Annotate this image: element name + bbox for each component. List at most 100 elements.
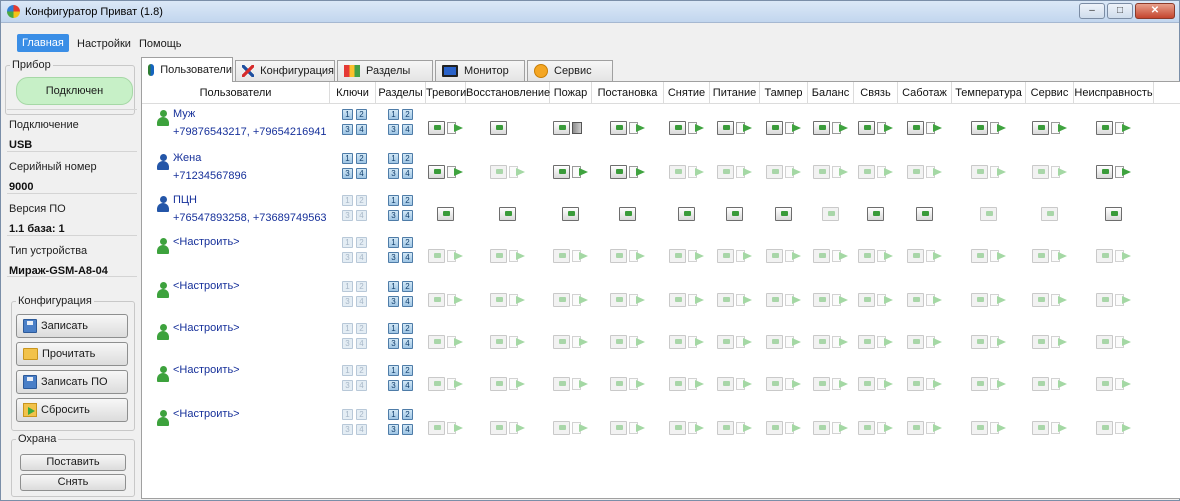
column-header[interactable]: Сервис bbox=[1026, 82, 1074, 104]
menu-settings[interactable]: Настройки bbox=[73, 36, 135, 52]
notification-toggle[interactable] bbox=[428, 164, 468, 180]
column-header[interactable]: Неисправность bbox=[1074, 82, 1154, 104]
notification-toggle[interactable] bbox=[610, 248, 650, 264]
number-toggle[interactable]: 2 bbox=[356, 409, 367, 420]
notification-toggle[interactable] bbox=[858, 292, 898, 308]
notification-toggle[interactable] bbox=[717, 376, 757, 392]
number-toggle[interactable]: 4 bbox=[356, 380, 367, 391]
notification-toggle[interactable] bbox=[813, 248, 853, 264]
notification-toggle[interactable] bbox=[1041, 206, 1081, 222]
arm-button[interactable]: Поставить bbox=[20, 454, 126, 471]
user-name-link[interactable]: Муж bbox=[173, 108, 195, 120]
notification-toggle[interactable] bbox=[971, 292, 1011, 308]
notification-toggle[interactable] bbox=[717, 334, 757, 350]
column-header[interactable]: Тревоги bbox=[426, 82, 466, 104]
number-toggle[interactable]: 1 bbox=[388, 109, 399, 120]
column-header[interactable]: Баланс bbox=[808, 82, 854, 104]
column-header[interactable]: Температура bbox=[952, 82, 1026, 104]
notification-toggle[interactable] bbox=[1096, 164, 1136, 180]
notification-toggle[interactable] bbox=[562, 206, 602, 222]
notification-toggle[interactable] bbox=[610, 334, 650, 350]
number-toggle[interactable]: 4 bbox=[356, 252, 367, 263]
notification-toggle[interactable] bbox=[867, 206, 907, 222]
user-name-link[interactable]: Жена bbox=[173, 152, 201, 164]
notification-toggle[interactable] bbox=[490, 292, 530, 308]
number-toggle[interactable]: 1 bbox=[388, 323, 399, 334]
number-toggle[interactable]: 1 bbox=[342, 237, 353, 248]
number-toggle[interactable]: 4 bbox=[402, 380, 413, 391]
notification-toggle[interactable] bbox=[858, 334, 898, 350]
notification-toggle[interactable] bbox=[907, 376, 947, 392]
notification-toggle[interactable] bbox=[971, 120, 1011, 136]
number-toggle[interactable]: 3 bbox=[388, 424, 399, 435]
column-header[interactable]: Снятие bbox=[664, 82, 710, 104]
notification-toggle[interactable] bbox=[669, 334, 709, 350]
number-toggle[interactable]: 1 bbox=[388, 195, 399, 206]
notification-toggle[interactable] bbox=[726, 206, 766, 222]
number-toggle[interactable]: 1 bbox=[342, 281, 353, 292]
notification-toggle[interactable] bbox=[437, 206, 477, 222]
tab-service[interactable]: Сервис bbox=[527, 60, 613, 81]
notification-toggle[interactable] bbox=[1096, 420, 1136, 436]
notification-toggle[interactable] bbox=[1032, 420, 1072, 436]
number-toggle[interactable]: 1 bbox=[342, 153, 353, 164]
notification-toggle[interactable] bbox=[610, 376, 650, 392]
minimize-button[interactable]: – bbox=[1079, 3, 1105, 19]
table-row[interactable]: <Настроить> 1 2 3 4 1 2 3 4 bbox=[142, 362, 1180, 404]
notification-toggle[interactable] bbox=[858, 120, 898, 136]
user-name-link[interactable]: <Настроить> bbox=[173, 408, 240, 420]
notification-toggle[interactable] bbox=[971, 164, 1011, 180]
number-toggle[interactable]: 2 bbox=[356, 365, 367, 376]
column-header[interactable]: Восстановление bbox=[466, 82, 550, 104]
notification-toggle[interactable] bbox=[669, 164, 709, 180]
number-toggle[interactable]: 3 bbox=[342, 252, 353, 263]
notification-toggle[interactable] bbox=[971, 376, 1011, 392]
notification-toggle[interactable] bbox=[553, 164, 593, 180]
number-toggle[interactable]: 1 bbox=[388, 281, 399, 292]
write-button[interactable]: Записать bbox=[16, 314, 128, 338]
notification-toggle[interactable] bbox=[428, 292, 468, 308]
notification-toggle[interactable] bbox=[717, 248, 757, 264]
notification-toggle[interactable] bbox=[971, 248, 1011, 264]
notification-toggle[interactable] bbox=[610, 164, 650, 180]
column-header[interactable]: Пользователи bbox=[142, 82, 330, 104]
user-name-link[interactable]: ПЦН bbox=[173, 194, 197, 206]
notification-toggle[interactable] bbox=[428, 334, 468, 350]
user-name-link[interactable]: <Настроить> bbox=[173, 280, 240, 292]
number-toggle[interactable]: 4 bbox=[402, 424, 413, 435]
disarm-button[interactable]: Снять bbox=[20, 474, 126, 491]
table-row[interactable]: <Настроить> 1 2 3 4 1 2 3 4 bbox=[142, 278, 1180, 320]
notification-toggle[interactable] bbox=[428, 120, 468, 136]
number-toggle[interactable]: 3 bbox=[388, 380, 399, 391]
table-row[interactable]: <Настроить> 1 2 3 4 1 2 3 4 bbox=[142, 234, 1180, 276]
notification-toggle[interactable] bbox=[669, 292, 709, 308]
number-toggle[interactable]: 2 bbox=[356, 237, 367, 248]
number-toggle[interactable]: 2 bbox=[402, 237, 413, 248]
number-toggle[interactable]: 3 bbox=[342, 210, 353, 221]
notification-toggle[interactable] bbox=[1032, 164, 1072, 180]
notification-toggle[interactable] bbox=[813, 420, 853, 436]
number-toggle[interactable]: 4 bbox=[402, 252, 413, 263]
number-toggle[interactable]: 3 bbox=[388, 338, 399, 349]
tab-configuration[interactable]: Конфигурация bbox=[235, 60, 335, 81]
notification-toggle[interactable] bbox=[907, 334, 947, 350]
notification-toggle[interactable] bbox=[1096, 292, 1136, 308]
notification-toggle[interactable] bbox=[907, 248, 947, 264]
tab-users[interactable]: Пользователи bbox=[141, 57, 233, 82]
user-name-link[interactable]: <Настроить> bbox=[173, 322, 240, 334]
notification-toggle[interactable] bbox=[1032, 334, 1072, 350]
number-toggle[interactable]: 3 bbox=[388, 124, 399, 135]
notification-toggle[interactable] bbox=[669, 376, 709, 392]
menu-main[interactable]: Главная bbox=[17, 34, 69, 52]
reset-button[interactable]: Сбросить bbox=[16, 398, 128, 422]
column-header[interactable]: Ключи bbox=[330, 82, 376, 104]
notification-toggle[interactable] bbox=[428, 248, 468, 264]
notification-toggle[interactable] bbox=[553, 334, 593, 350]
notification-toggle[interactable] bbox=[490, 420, 530, 436]
number-toggle[interactable]: 1 bbox=[342, 109, 353, 120]
notification-toggle[interactable] bbox=[766, 334, 806, 350]
notification-toggle[interactable] bbox=[669, 420, 709, 436]
number-toggle[interactable]: 4 bbox=[402, 210, 413, 221]
notification-toggle[interactable] bbox=[490, 120, 530, 136]
table-row[interactable]: ПЦН +76547893258, +73689749563 1 2 3 4 1 2 3 4 bbox=[142, 192, 1180, 234]
